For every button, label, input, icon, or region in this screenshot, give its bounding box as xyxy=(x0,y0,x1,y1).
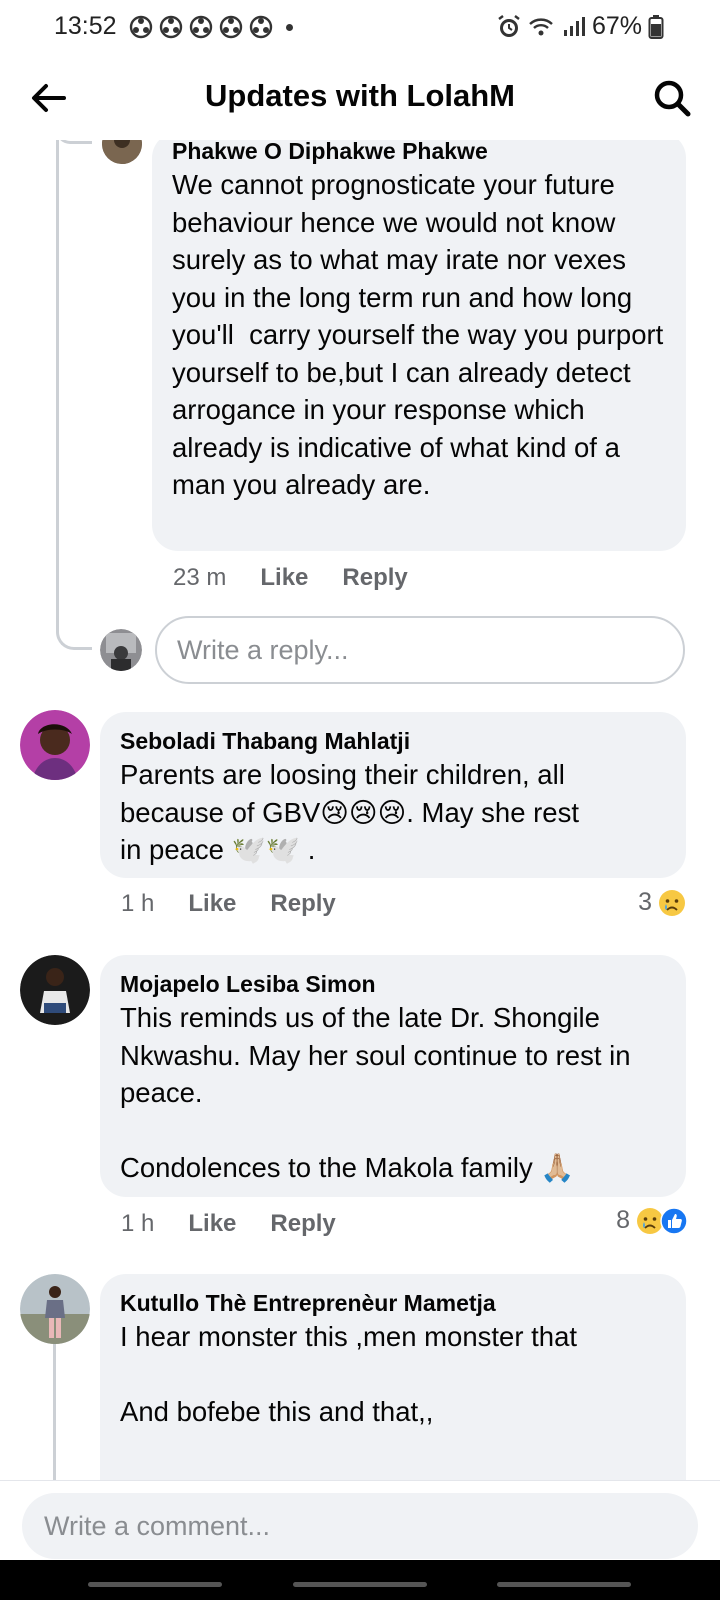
comment-bubble[interactable]: Mojapelo Lesiba Simon This reminds us of… xyxy=(100,955,686,1197)
user-photo-icon xyxy=(20,955,90,1025)
reaction-count: 3 xyxy=(638,888,652,916)
comment-time: 1 h xyxy=(121,1210,155,1237)
reply-placeholder: Write a reply... xyxy=(177,634,349,665)
comment-bubble[interactable]: Phakwe O Diphakwe Phakwe We cannot progn… xyxy=(152,140,686,551)
like-button[interactable]: Like xyxy=(260,564,308,592)
notification-icon xyxy=(189,15,213,39)
status-right: 67% xyxy=(496,12,664,41)
praying-hands-icon: 🙏🏼 xyxy=(540,1151,575,1183)
reaction-summary[interactable]: 3 xyxy=(638,888,686,917)
reply-button[interactable]: Reply xyxy=(270,1210,335,1238)
wifi-icon xyxy=(529,17,553,35)
user-photo-icon xyxy=(102,140,142,164)
comment-time: 23 m xyxy=(173,564,227,591)
avatar[interactable] xyxy=(20,1274,90,1344)
comment-bubble[interactable]: Kutullo Thè Entreprenèur Mametja I hear … xyxy=(100,1274,686,1480)
comment-placeholder: Write a comment... xyxy=(44,1510,271,1541)
reply-button[interactable]: Reply xyxy=(342,564,407,592)
comment-text-part: . May she rest xyxy=(406,796,579,828)
comment-meta: 1 h Like Reply xyxy=(121,1210,370,1238)
comment-author[interactable]: Mojapelo Lesiba Simon xyxy=(120,969,666,999)
thread-line xyxy=(56,140,92,144)
signal-icon xyxy=(563,16,585,36)
search-icon xyxy=(654,80,691,117)
alarm-icon xyxy=(498,14,520,37)
comment-meta: 1 h Like Reply xyxy=(121,890,370,918)
notification-icon xyxy=(129,15,153,39)
notification-icons xyxy=(128,14,293,40)
comment-text-part: because of GBV xyxy=(120,796,321,828)
thread-line xyxy=(53,1340,56,1480)
reaction-count: 8 xyxy=(616,1206,630,1234)
page-title: Updates with LolahM xyxy=(205,78,515,113)
like-button[interactable]: Like xyxy=(188,1210,236,1238)
comment-input[interactable]: Write a comment... xyxy=(22,1493,698,1559)
battery-percent: 67% xyxy=(591,12,642,40)
thread-line xyxy=(56,140,59,632)
reaction-summary[interactable]: 8 xyxy=(616,1206,688,1235)
comment-bubble[interactable]: Seboladi Thabang Mahlatji Parents are lo… xyxy=(100,712,686,878)
more-notifications-dot xyxy=(286,23,293,31)
comment-text: We cannot prognosticate your future beha… xyxy=(172,169,671,500)
user-photo-icon xyxy=(20,1274,90,1344)
comment-author[interactable]: Seboladi Thabang Mahlatji xyxy=(120,726,666,756)
notification-icon xyxy=(159,15,183,39)
avatar[interactable] xyxy=(102,140,142,164)
comment-text: Condolences to the Makola family 🙏🏼 xyxy=(120,1149,666,1187)
status-time: 13:52 xyxy=(54,12,117,40)
comment-text: This reminds us of the late Dr. Shongile… xyxy=(120,1002,639,1108)
nav-recents-handle[interactable] xyxy=(88,1582,222,1587)
notification-icon xyxy=(219,15,243,39)
current-user-avatar xyxy=(100,629,142,671)
app-header: Updates with LolahM xyxy=(0,56,720,140)
comment-text-part: Parents are loosing their children, all xyxy=(120,759,565,790)
reply-input[interactable]: Write a reply... xyxy=(155,616,685,684)
comment-meta: 23 m Like Reply xyxy=(173,564,442,592)
sad-reaction-icon xyxy=(659,889,685,916)
dove-icon: 🕊️🕊️ xyxy=(231,834,301,865)
avatar[interactable] xyxy=(20,710,90,780)
notification-icon xyxy=(249,15,273,39)
thread-line xyxy=(56,610,92,650)
comments-feed[interactable]: Phakwe O Diphakwe Phakwe We cannot progn… xyxy=(0,140,720,1480)
comment-text: I hear monster this ,men monster that xyxy=(120,1321,577,1352)
comment-text: Parents are loosing their children, all … xyxy=(120,756,666,869)
reply-button[interactable]: Reply xyxy=(270,890,335,918)
comment-composer: Write a comment... xyxy=(0,1480,720,1560)
comment-author[interactable]: Phakwe O Diphakwe Phakwe xyxy=(172,140,666,166)
nav-back-handle[interactable] xyxy=(497,1582,631,1587)
status-bar: 13:52 67% xyxy=(0,0,720,56)
avatar[interactable] xyxy=(20,955,90,1025)
comment-time: 1 h xyxy=(121,890,155,917)
like-reaction-icon xyxy=(660,1206,688,1235)
nav-home-handle[interactable] xyxy=(293,1582,427,1587)
comment-text-part: Condolences to the Makola family xyxy=(120,1151,533,1183)
user-photo-icon xyxy=(20,710,90,780)
comment-text-part: in peace xyxy=(120,834,224,865)
comment-text-part: . xyxy=(307,834,316,865)
battery-icon xyxy=(648,14,664,39)
system-nav-bar xyxy=(0,1560,720,1600)
like-button[interactable]: Like xyxy=(188,890,236,918)
user-photo-icon xyxy=(100,629,142,671)
comment-text: And bofebe this and that,, xyxy=(120,1395,434,1427)
comment-author[interactable]: Kutullo Thè Entreprenèur Mametja xyxy=(120,1288,666,1318)
search-button[interactable] xyxy=(648,74,696,122)
crying-face-icon: 😢😢😢 xyxy=(320,796,407,828)
